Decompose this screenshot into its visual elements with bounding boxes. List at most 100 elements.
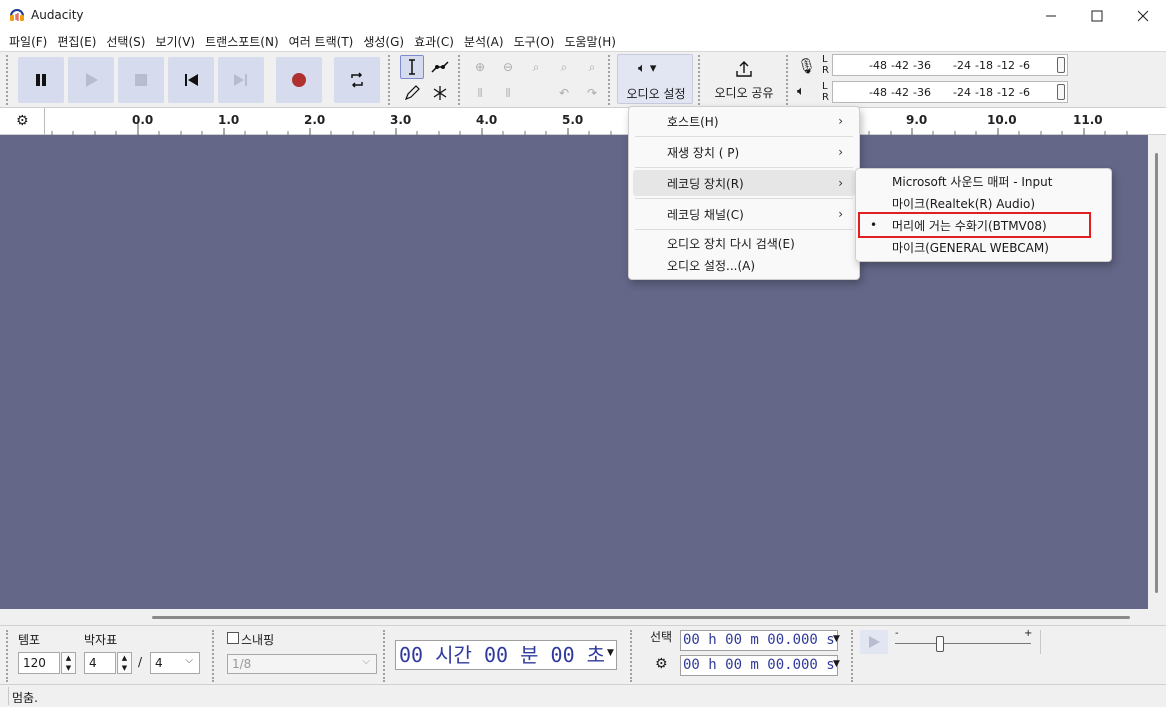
menu-item-audio-settings[interactable]: 오디오 설정...(A) (633, 254, 855, 276)
undo-button[interactable]: ↶ (552, 81, 576, 105)
menu-select[interactable]: 선택(S) (101, 33, 150, 50)
snap-select-value: 1/8 (232, 657, 252, 671)
tempo-stepper[interactable]: ▲ ▼ (61, 652, 76, 674)
playback-meter[interactable]: -48 -42 -36 -24 -18 -12 -6 (832, 81, 1068, 103)
zoom-in-button[interactable]: ⊕ (468, 55, 492, 79)
menu-transport[interactable]: 트랜스포트(N) (200, 33, 284, 50)
selection-end-value: 00 h 00 m 00.000 s (683, 657, 835, 673)
close-button[interactable] (1120, 0, 1166, 31)
trim-icon: ⫼ (477, 87, 483, 99)
time-display[interactable]: 00 시간 00 분 00 초 (395, 640, 617, 670)
selection-end[interactable]: 00 h 00 m 00.000 s (680, 655, 838, 676)
device-item-realtek-mic[interactable]: 마이크(Realtek(R) Audio) (860, 192, 1107, 214)
skip-to-end-button[interactable] (218, 57, 264, 103)
share-audio-button[interactable]: 오디오 공유 (706, 54, 782, 104)
horizontal-scroll-thumb[interactable] (152, 616, 1130, 619)
zoom-fit-icon: ⌕ (560, 59, 568, 74)
meter-slider-thumb[interactable] (1057, 57, 1065, 73)
tempo-input[interactable]: 120 (18, 652, 60, 674)
silence-button[interactable]: ⫼ (496, 81, 520, 105)
share-icon (736, 61, 752, 77)
toolbar-grip[interactable] (6, 630, 12, 682)
fit-project-button[interactable]: ⌕ (552, 55, 576, 79)
redo-button[interactable]: ↷ (580, 81, 604, 105)
toolbar-grip[interactable] (851, 630, 857, 682)
menu-item-recording-channels[interactable]: 레코딩 채널(C) › (633, 201, 855, 227)
toolbar-grip[interactable] (383, 630, 389, 682)
toolbar-grip[interactable] (6, 55, 12, 105)
speed-slider-thumb[interactable] (936, 636, 944, 652)
meter-right-label: R (822, 65, 829, 76)
multi-tool-button[interactable] (428, 81, 452, 105)
maximize-button[interactable] (1074, 0, 1120, 31)
menu-item-host[interactable]: 호스트(H) › (633, 108, 855, 134)
play-at-speed-button[interactable] (860, 630, 888, 654)
device-item-sound-mapper[interactable]: Microsoft 사운드 매퍼 - Input (860, 170, 1107, 192)
record-button[interactable] (276, 57, 322, 103)
time-signature-numerator[interactable]: 4 (84, 652, 116, 674)
fit-selection-button[interactable]: ⌕ (524, 55, 548, 79)
chevron-down-icon[interactable]: ▼ (833, 659, 840, 669)
menu-generate[interactable]: 생성(G) (358, 33, 409, 50)
minimize-button[interactable] (1028, 0, 1074, 31)
menu-item-recording-device[interactable]: 레코딩 장치(R) › (633, 170, 855, 196)
menu-edit[interactable]: 편집(E) (52, 33, 101, 50)
zoom-toggle-icon: ⌕ (588, 59, 596, 74)
menu-effect[interactable]: 효과(C) (409, 33, 459, 50)
horizontal-scrollbar[interactable] (0, 609, 1166, 625)
envelope-tool-button[interactable] (428, 55, 452, 79)
skip-to-start-button[interactable] (168, 57, 214, 103)
toolbar-grip[interactable] (698, 55, 704, 105)
toolbar-grip[interactable] (212, 630, 218, 682)
trim-button[interactable]: ⫼ (468, 81, 492, 105)
vertical-scrollbar[interactable] (1148, 135, 1166, 609)
ruler-tick-label: 1.0 (218, 113, 240, 127)
vertical-scroll-thumb[interactable] (1155, 153, 1158, 593)
menu-tools[interactable]: 도구(O) (509, 33, 560, 50)
menu-item-label: 호스트(H) (667, 114, 719, 129)
toolbar-grip[interactable] (458, 55, 464, 105)
time-signature-stepper[interactable]: ▲ ▼ (117, 652, 132, 674)
menu-tracks[interactable]: 여러 트랙(T) (284, 33, 359, 50)
menu-item-rescan-devices[interactable]: 오디오 장치 다시 검색(E) (633, 232, 855, 254)
audio-setup-menu: 호스트(H) › 재생 장치 ( P) › 레코딩 장치(R) › 레코딩 채널… (628, 106, 860, 280)
zoom-toggle-button[interactable]: ⌕ (580, 55, 604, 79)
snap-checkbox[interactable] (227, 632, 239, 644)
toolbar-grip[interactable] (388, 55, 394, 105)
chevron-down-icon[interactable]: ▼ (833, 634, 840, 644)
speaker-icon[interactable]: 🔈︎ (797, 84, 805, 99)
play-button[interactable] (68, 57, 114, 103)
draw-tool-button[interactable] (400, 81, 424, 105)
snap-select[interactable]: 1/8 ⌵ (227, 654, 377, 674)
meter-left-label: L (822, 54, 828, 65)
time-signature-denominator[interactable]: 4 ⌵ (150, 652, 200, 674)
speed-slider-track[interactable] (895, 643, 1031, 644)
meter-tick: -48 (869, 86, 887, 99)
microphone-icon[interactable]: 🎙︎ (797, 57, 816, 75)
menu-item-playback-device[interactable]: 재생 장치 ( P) › (633, 139, 855, 165)
device-item-webcam-mic[interactable]: 마이크(GENERAL WEBCAM) (860, 236, 1107, 258)
toolbar-grip[interactable] (608, 55, 614, 105)
selection-tool-button[interactable] (400, 55, 424, 79)
audio-setup-button[interactable]: 🔈︎ ▾ 오디오 설정 (617, 54, 693, 104)
recording-meter[interactable]: -48 -42 -36 -24 -18 -12 -6 (832, 54, 1068, 76)
menu-analyze[interactable]: 분석(A) (459, 33, 509, 50)
toolbar-grip[interactable] (630, 630, 636, 682)
zoom-out-button[interactable]: ⊖ (496, 55, 520, 79)
stop-button[interactable] (118, 57, 164, 103)
timeline-ruler[interactable]: ⚙ 0.0 1.0 2.0 3.0 4.0 5.0 9.0 10.0 11.0 (0, 107, 1166, 135)
meter-slider-thumb[interactable] (1057, 84, 1065, 100)
zoom-in-icon: ⊕ (474, 60, 486, 74)
highlight-box (858, 212, 1091, 238)
meter-tick: -6 (1019, 59, 1030, 72)
menu-help[interactable]: 도움말(H) (559, 33, 621, 50)
selection-start[interactable]: 00 h 00 m 00.000 s (680, 630, 838, 651)
gear-icon[interactable]: ⚙ (655, 656, 668, 672)
menu-file[interactable]: 파일(F) (4, 33, 52, 50)
loop-button[interactable] (334, 57, 380, 103)
chevron-down-icon[interactable]: ▼ (607, 648, 614, 658)
pause-button[interactable] (18, 57, 64, 103)
ruler-tick-label: 5.0 (562, 113, 584, 127)
menu-view[interactable]: 보기(V) (150, 33, 200, 50)
toolbar-grip[interactable] (786, 55, 792, 105)
